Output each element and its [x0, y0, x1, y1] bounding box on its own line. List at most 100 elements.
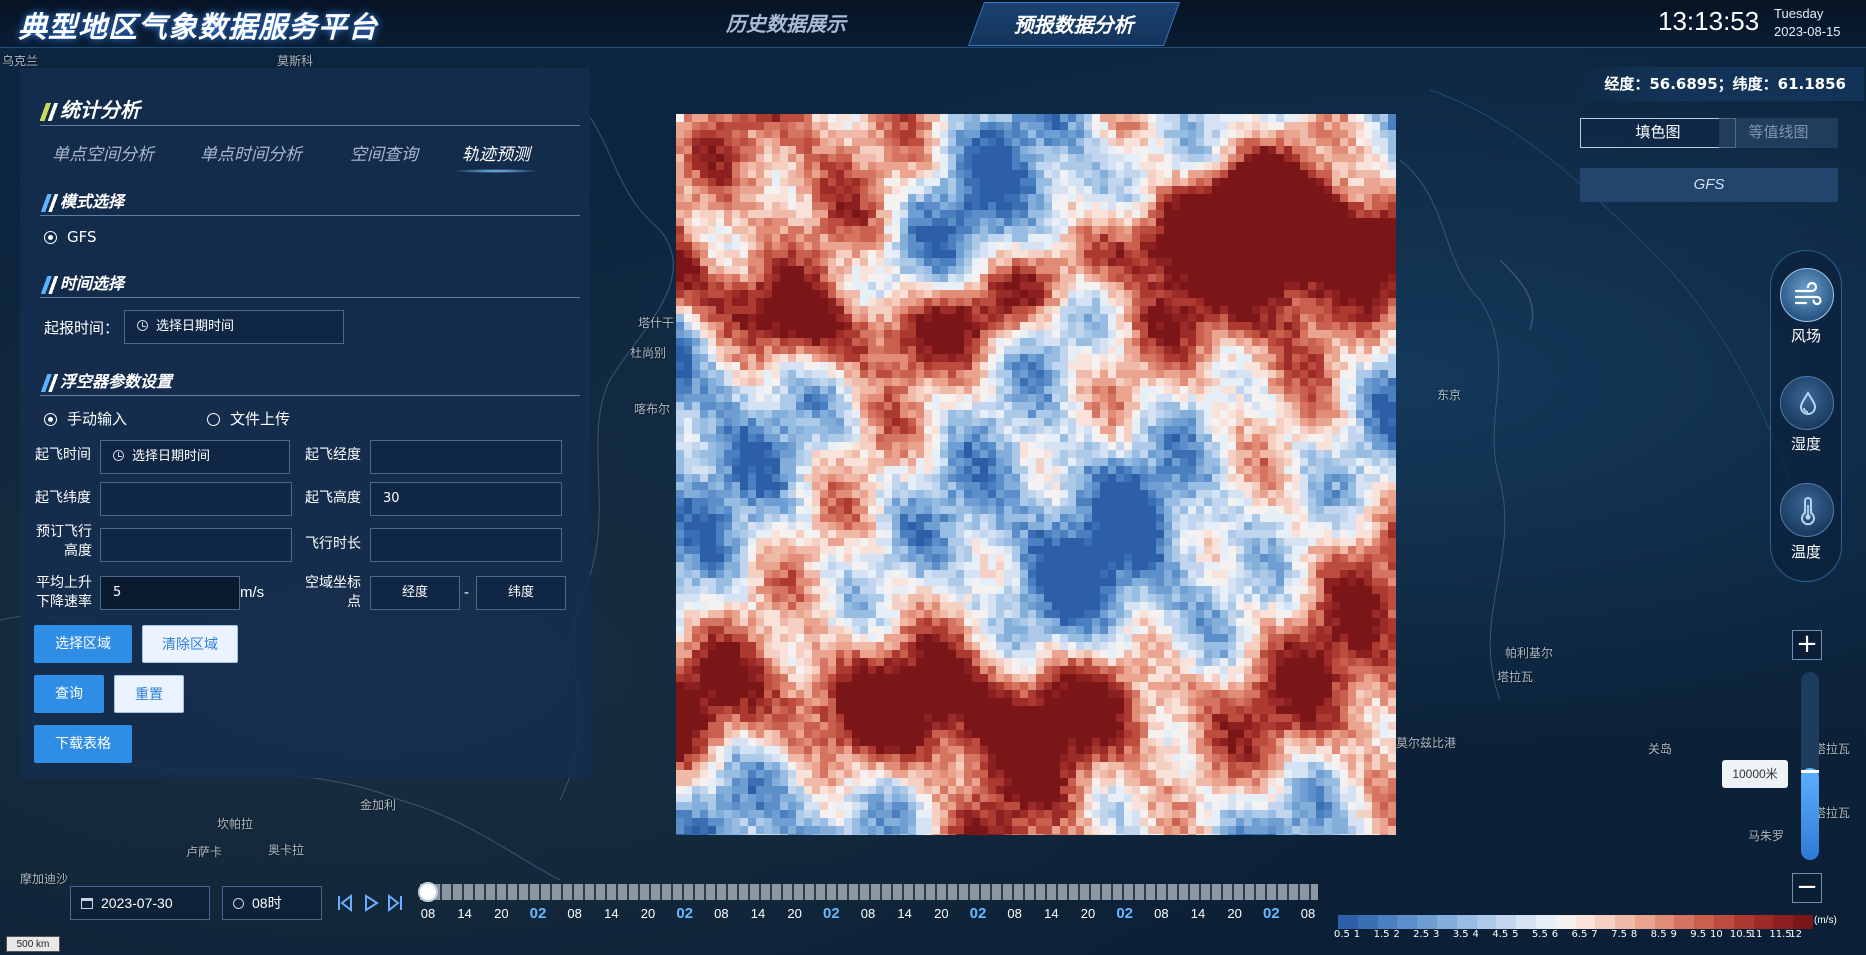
rate-label: 平均上升下降速率: [36, 575, 92, 610]
radio-gfs[interactable]: GFS: [44, 228, 97, 246]
legend-tick: 9.5: [1690, 929, 1707, 940]
temperature-icon: [1801, 497, 1815, 526]
timeline-date-value: 2023-07-30: [101, 895, 173, 911]
clock-icon: [137, 320, 148, 331]
download-table-button[interactable]: 下载表格: [34, 725, 132, 763]
section-balloon-label: 浮空器参数设置: [60, 372, 173, 391]
query-button[interactable]: 查询: [34, 675, 104, 713]
map-label: 塔拉瓦: [1497, 670, 1534, 684]
map-label: 塔拉瓦: [1814, 742, 1851, 756]
start-time-placeholder: 选择日期时间: [156, 319, 235, 334]
legend-swatch: [1773, 915, 1794, 929]
map-label: 摩加迪沙: [20, 872, 69, 886]
timeline-date-picker[interactable]: 2023-07-30: [70, 886, 210, 920]
map-label: 坎帕拉: [217, 817, 254, 831]
takeoff-time-input[interactable]: 选择日期时间: [100, 440, 290, 474]
timeline-hour-picker[interactable]: 08时: [222, 886, 322, 920]
altitude-slider-handle[interactable]: [1801, 770, 1819, 773]
step-back-icon[interactable]: [336, 893, 354, 913]
timeline-label: 08: [714, 906, 729, 921]
altitude-up-button[interactable]: +: [1792, 630, 1822, 660]
reset-button[interactable]: 重置: [114, 675, 184, 713]
takeoff-lon-label: 起飞经度: [305, 447, 361, 463]
timeline-label: 08: [1007, 906, 1022, 921]
airspace-lon-input[interactable]: 经度: [370, 576, 460, 610]
map-label: 东京: [1437, 388, 1462, 402]
airspace-label: 空域坐标点: [305, 575, 361, 610]
start-time-input[interactable]: 选择日期时间: [124, 310, 344, 344]
radio-file-upload[interactable]: 文件上传: [207, 408, 290, 429]
humidity-icon: [1799, 391, 1817, 415]
takeoff-lat-input[interactable]: [100, 482, 292, 516]
timeline-label: 08: [1154, 906, 1169, 921]
heatmap-canvas: [676, 114, 1396, 835]
fill-map-button[interactable]: 填色图: [1580, 118, 1736, 148]
play-icon[interactable]: [362, 893, 380, 913]
legend-tick: 3: [1432, 929, 1440, 940]
takeoff-alt-input[interactable]: 30: [370, 482, 562, 516]
clear-area-button[interactable]: 清除区域: [142, 625, 238, 663]
nav-tab-history[interactable]: 历史数据展示: [686, 2, 886, 46]
map-label: 马朱罗: [1748, 829, 1785, 843]
timeline-label: 02: [529, 905, 547, 922]
timeline-label: 02: [1262, 905, 1280, 922]
tab-space-query[interactable]: 空间查询: [350, 140, 418, 165]
timeline-label: 14: [897, 906, 912, 921]
section-bars-icon: [40, 373, 58, 392]
timeline-label: 08: [1300, 906, 1316, 921]
takeoff-lat-label: 起飞纬度: [35, 490, 91, 506]
timeline-label: 20: [1080, 906, 1096, 921]
timeline-label: 14: [457, 906, 472, 921]
timeline-track[interactable]: [420, 884, 1318, 900]
section-balloon: 浮空器参数设置: [40, 368, 580, 396]
tab-point-space[interactable]: 单点空间分析: [52, 140, 154, 165]
contour-map-button[interactable]: 等值线图: [1719, 118, 1838, 148]
wind-icon: [1794, 281, 1822, 306]
section-time-label: 时间选择: [60, 274, 125, 293]
planned-alt-label: 预订飞行高度: [36, 524, 92, 559]
step-forward-icon[interactable]: [386, 893, 404, 913]
stats-panel: 统计分析 单点空间分析 单点时间分析 空间查询 轨迹预测 模式选择 GFS 时间…: [20, 68, 590, 778]
legend-swatch: [1436, 915, 1458, 929]
airspace-lat-input[interactable]: 纬度: [476, 576, 566, 610]
calendar-icon: [81, 898, 93, 909]
timeline-knob[interactable]: [418, 882, 438, 902]
legend-tick: 4.5: [1492, 929, 1509, 940]
legend-swatch: [1357, 915, 1379, 929]
map-label: 莫斯科: [277, 54, 314, 68]
weekday: Tuesday: [1774, 6, 1824, 21]
nav-tab-forecast-label: 预报数据分析: [1013, 13, 1134, 37]
select-area-button[interactable]: 选择区域: [34, 625, 132, 663]
legend-swatch: [1516, 915, 1537, 929]
color-legend: [1338, 915, 1814, 929]
timeline-label: 02: [1116, 905, 1133, 922]
timeline-label: 14: [1044, 906, 1059, 921]
tab-trajectory[interactable]: 轨迹预测: [452, 140, 540, 173]
tab-point-time[interactable]: 单点时间分析: [200, 140, 302, 165]
layer-humidity-button[interactable]: [1780, 376, 1834, 430]
nav-tab-forecast[interactable]: 预报数据分析: [967, 2, 1181, 46]
legend-swatch: [1535, 915, 1557, 929]
clock: 13:13:53: [1658, 6, 1760, 36]
coordinate-readout: 经度：56.6895；纬度：61.1856: [1574, 67, 1864, 101]
section-model-label: 模式选择: [60, 192, 125, 211]
layer-temperature-label: 温度: [1790, 543, 1821, 561]
map-label: 塔什干: [638, 316, 675, 330]
layer-temperature-button[interactable]: [1780, 483, 1834, 537]
wind-speed-heatmap[interactable]: [676, 114, 1396, 835]
altitude-down-button[interactable]: −: [1792, 873, 1822, 903]
radio-manual-input[interactable]: 手动输入: [44, 408, 127, 429]
planned-alt-input[interactable]: [100, 528, 292, 562]
takeoff-lon-input[interactable]: [370, 440, 562, 474]
layer-wind-button[interactable]: [1780, 268, 1834, 322]
legend-swatch: [1793, 915, 1814, 929]
timeline-label: 20: [787, 906, 802, 921]
flight-duration-input[interactable]: [370, 528, 562, 562]
legend-tick: 5: [1512, 929, 1519, 940]
map-label: 卢萨卡: [186, 845, 223, 859]
scale-bar: 500 km: [6, 936, 60, 952]
layer-wind-label: 风场: [1790, 327, 1821, 345]
rate-input[interactable]: 5: [100, 576, 240, 610]
flight-duration-label: 飞行时长: [305, 536, 361, 552]
radio-gfs-label: GFS: [67, 228, 97, 246]
